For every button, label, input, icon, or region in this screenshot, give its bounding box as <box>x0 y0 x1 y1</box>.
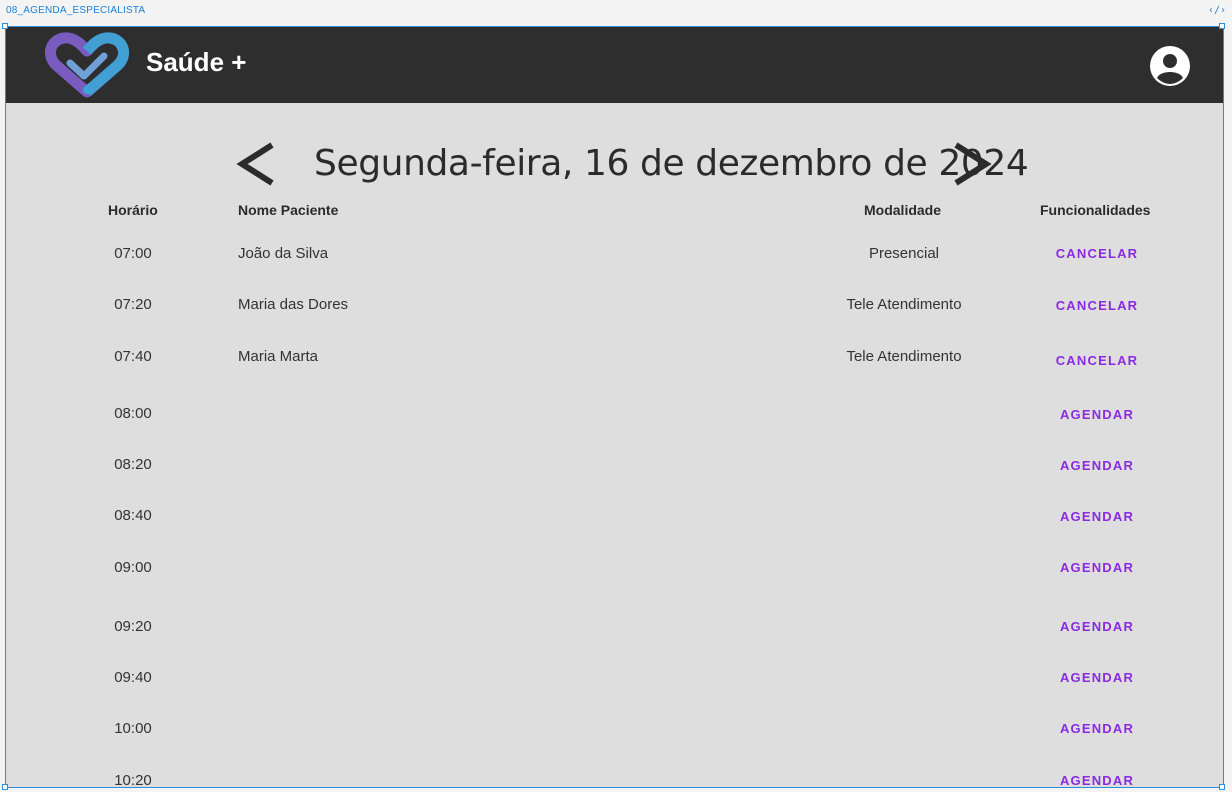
table-row: 09:20 AGENDAR <box>6 618 1223 658</box>
table-row: 08:20 AGENDAR <box>6 456 1223 496</box>
time-cell: 07:00 <box>114 245 152 262</box>
schedule-button[interactable]: AGENDAR <box>1036 773 1158 787</box>
time-cell: 08:20 <box>114 456 152 473</box>
code-icon[interactable]: ‹/› <box>1208 5 1226 16</box>
modality-cell: Tele Atendimento <box>846 348 962 365</box>
app-frame: Saúde + Segunda-feira, 16 de dezembro de… <box>5 26 1224 788</box>
resize-handle[interactable] <box>1219 784 1225 790</box>
modality-cell: Tele Atendimento <box>846 296 962 313</box>
heart-logo <box>44 32 130 98</box>
table-row: 09:40 AGENDAR <box>6 669 1223 709</box>
patient-name-cell: João da Silva <box>238 245 329 262</box>
column-header-actions: Funcionalidades <box>1040 202 1151 218</box>
schedule-button[interactable]: AGENDAR <box>1036 458 1158 473</box>
app-title: Saúde + <box>146 47 247 77</box>
time-cell: 07:20 <box>114 296 152 313</box>
app-header: Saúde + <box>6 27 1223 103</box>
modality-cell: Presencial <box>868 245 940 262</box>
schedule-button[interactable]: AGENDAR <box>1036 670 1158 685</box>
patient-name-cell: Maria Marta <box>238 348 319 365</box>
schedule-button[interactable]: AGENDAR <box>1036 509 1158 524</box>
schedule-button[interactable]: AGENDAR <box>1036 560 1158 575</box>
time-cell: 10:20 <box>114 772 152 788</box>
time-cell: 07:40 <box>114 348 152 365</box>
time-cell: 08:40 <box>114 507 152 524</box>
column-header-time: Horário <box>108 202 158 218</box>
resize-handle[interactable] <box>2 23 8 29</box>
frame-label: 08_AGENDA_ESPECIALISTA <box>6 5 146 16</box>
column-header-modality: Modalidade <box>864 202 942 218</box>
time-cell: 09:40 <box>114 669 152 686</box>
cancel-button[interactable]: CANCELAR <box>1036 246 1158 261</box>
schedule-button[interactable]: AGENDAR <box>1036 407 1158 422</box>
cancel-button[interactable]: CANCELAR <box>1036 298 1158 313</box>
current-date: Segunda-feira, 16 de dezembro de 2024 <box>314 143 1029 184</box>
time-cell: 10:00 <box>114 720 152 737</box>
schedule-button[interactable]: AGENDAR <box>1036 619 1158 634</box>
table-row: 08:00 AGENDAR <box>6 405 1223 445</box>
account-circle-icon[interactable] <box>1150 46 1190 86</box>
patient-name-cell: Maria das Dores <box>238 296 349 313</box>
resize-handle[interactable] <box>2 784 8 790</box>
cancel-button[interactable]: CANCELAR <box>1036 353 1158 368</box>
chevron-right-icon[interactable] <box>948 141 994 187</box>
table-row: 09:00 AGENDAR <box>6 559 1223 599</box>
time-cell: 09:20 <box>114 618 152 635</box>
column-header-patient: Nome Paciente <box>238 202 339 218</box>
date-navigation: Segunda-feira, 16 de dezembro de 2024 <box>6 135 1223 195</box>
chevron-left-icon[interactable] <box>234 141 280 187</box>
table-row: 07:00 João da Silva Presencial CANCELAR <box>6 245 1223 285</box>
time-cell: 08:00 <box>114 405 152 422</box>
resize-handle[interactable] <box>1219 23 1225 29</box>
table-row: 10:20 AGENDAR <box>6 772 1223 788</box>
table-row: 10:00 AGENDAR <box>6 720 1223 760</box>
time-cell: 09:00 <box>114 559 152 576</box>
table-row: 07:20 Maria das Dores Tele Atendimento C… <box>6 296 1223 336</box>
table-row: 08:40 AGENDAR <box>6 507 1223 547</box>
table-row: 07:40 Maria Marta Tele Atendimento CANCE… <box>6 348 1223 388</box>
schedule-button[interactable]: AGENDAR <box>1036 721 1158 736</box>
